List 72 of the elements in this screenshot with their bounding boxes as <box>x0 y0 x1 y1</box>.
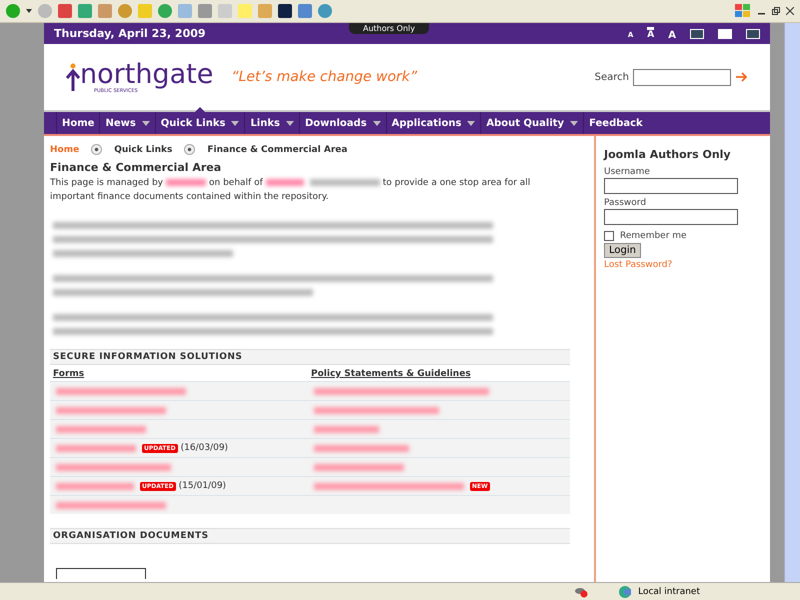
date-text: (16/03/09) <box>180 443 228 453</box>
logo-text: northgate <box>80 60 214 88</box>
breadcrumb-link[interactable]: Finance & Commercial Area <box>207 144 348 154</box>
nav-item[interactable]: News <box>99 112 155 134</box>
blurred-text <box>166 179 206 186</box>
blurred-link[interactable] <box>314 444 409 452</box>
dropdown-caret-icon[interactable] <box>372 120 381 126</box>
dropdown-caret-icon[interactable] <box>231 120 240 126</box>
blurred-link[interactable] <box>314 464 404 470</box>
caret-icon[interactable] <box>26 9 32 13</box>
blurred-text <box>266 179 304 186</box>
scrollbar[interactable] <box>784 23 800 582</box>
nav-item[interactable]: Links <box>244 112 299 134</box>
page-width-icon[interactable] <box>718 28 732 38</box>
dropdown-caret-icon[interactable] <box>142 120 150 126</box>
page-width-icon[interactable] <box>690 28 704 38</box>
page-heading: Finance & Commercial Area <box>50 161 222 174</box>
blurred-text <box>310 179 380 186</box>
document-thumbnail[interactable] <box>56 568 146 579</box>
blocked-eye-icon <box>574 586 588 598</box>
section-heading: SECURE INFORMATION SOLUTIONS <box>50 349 570 365</box>
nav-item[interactable]: Quick Links <box>154 112 244 134</box>
nav-item[interactable]: Home <box>56 112 100 134</box>
dropdown-caret-icon[interactable] <box>286 120 294 126</box>
password-label: Password <box>604 198 648 208</box>
blurred-link[interactable] <box>56 464 171 470</box>
search-field[interactable] <box>633 68 731 86</box>
date-text: (15/01/09) <box>178 481 226 491</box>
font-size-button[interactable]: A <box>647 27 654 40</box>
dropdown-caret-icon[interactable] <box>467 120 476 126</box>
windows-logo-icon <box>734 3 752 19</box>
page-width-icon[interactable] <box>746 28 760 38</box>
blurred-link[interactable] <box>56 502 166 508</box>
nav-item[interactable]: About Quality <box>480 112 584 134</box>
login-title: Joomla Authors Only <box>604 148 732 161</box>
blurred-link[interactable] <box>56 482 134 490</box>
globe-computer-icon <box>618 584 632 598</box>
blurred-link[interactable] <box>314 388 489 394</box>
column-heading: Forms <box>52 368 86 381</box>
blurred-link[interactable] <box>56 388 186 394</box>
close-icon[interactable] <box>786 7 794 15</box>
authors-tab[interactable]: Authors Only <box>349 23 429 34</box>
date-text: Thursday, April 23, 2009 <box>54 27 206 40</box>
blurred-link[interactable] <box>314 406 439 414</box>
username-label: Username <box>604 167 651 177</box>
nav-item[interactable]: Feedback <box>583 112 648 134</box>
remember-label: Remember me <box>620 231 687 241</box>
blurred-link[interactable] <box>56 444 136 452</box>
nav-item[interactable]: Applications <box>386 112 480 134</box>
username-field[interactable] <box>604 178 738 194</box>
login-button[interactable]: Login <box>604 243 641 258</box>
blurred-link[interactable] <box>56 426 146 432</box>
tagline: “Let’s make change work” <box>231 69 418 85</box>
intro-paragraph: This page is managed by on behalf of to provide a one stop area for all important finance documents contained within the repository. <box>50 177 532 204</box>
blurred-link[interactable] <box>314 426 379 432</box>
remember-checkbox[interactable] <box>604 231 614 241</box>
search-label: Search <box>594 72 629 82</box>
password-field[interactable] <box>604 209 738 225</box>
column-heading: Policy Statements & Guidelines <box>310 368 472 381</box>
blurred-link[interactable] <box>314 482 464 490</box>
nav-item[interactable]: Downloads <box>298 112 386 134</box>
section-heading: ORGANISATION DOCUMENTS <box>50 528 570 544</box>
dropdown-caret-icon[interactable] <box>570 120 578 126</box>
bullet-icon <box>184 144 196 155</box>
arrow-logo-icon <box>66 63 80 91</box>
zone-text: Local intranet <box>638 586 700 596</box>
bullet-icon <box>91 144 102 155</box>
font-size-button[interactable]: A <box>668 26 676 40</box>
blurred-link[interactable] <box>56 406 166 414</box>
restore-icon[interactable] <box>772 7 780 15</box>
arrow-right-icon[interactable] <box>736 72 748 82</box>
breadcrumb-link[interactable]: Quick Links <box>114 144 172 154</box>
